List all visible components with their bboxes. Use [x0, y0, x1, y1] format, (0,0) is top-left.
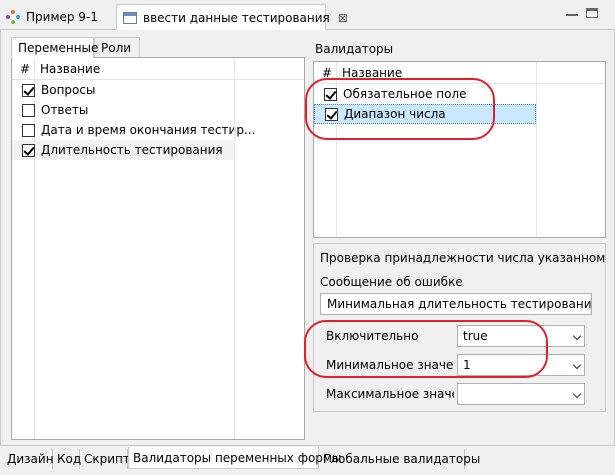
- tab-label: Роли: [101, 40, 132, 55]
- close-icon[interactable]: ⊠: [338, 11, 348, 25]
- row-checkbox[interactable]: [22, 103, 35, 117]
- row-label: Длительность тестирования: [41, 143, 223, 157]
- variables-table: # Название Вопросы Ответы Дата и время о…: [11, 57, 305, 440]
- table-row[interactable]: Длительность тестирования: [12, 140, 234, 160]
- minimize-icon[interactable]: [566, 8, 578, 16]
- tab-label: Глобальные валидаторы: [323, 452, 481, 466]
- column-name[interactable]: Название: [34, 62, 100, 76]
- tab-label: Скрипт: [84, 452, 130, 466]
- chevron-down-icon[interactable]: [572, 389, 582, 399]
- row-checkbox[interactable]: [22, 83, 35, 97]
- column-hash[interactable]: #: [12, 62, 34, 76]
- tab-label: Переменные: [18, 41, 99, 55]
- chevron-down-icon[interactable]: [572, 331, 582, 341]
- tab-global-validators[interactable]: Глобальные валидаторы: [319, 449, 480, 469]
- validator-description: Проверка принадлежности числа указанному…: [320, 251, 606, 265]
- tab-label: Код: [57, 452, 82, 466]
- error-message-input[interactable]: Минимальная длительность тестирования 1 …: [320, 293, 592, 315]
- tab-variables[interactable]: Переменные: [11, 37, 98, 58]
- row-label: Ответы: [41, 103, 89, 117]
- tab-roles[interactable]: Роли: [94, 37, 140, 57]
- max-value-label: Максимальное значени: [326, 387, 454, 401]
- tab-design[interactable]: Дизайн: [3, 449, 54, 469]
- column-divider: [536, 62, 537, 237]
- row-label: Дата и время окончания тестир...: [41, 123, 256, 137]
- error-message-label: Сообщение об ошибке: [320, 275, 463, 289]
- tab-label: ввести данные тестирования: [143, 11, 330, 25]
- table-row[interactable]: Ответы: [12, 100, 304, 120]
- tab-form-variable-validators[interactable]: Валидаторы переменных формы: [128, 447, 341, 469]
- table-row[interactable]: Вопросы: [12, 80, 304, 100]
- tab-example-9-1[interactable]: Пример 9-1: [0, 4, 112, 30]
- tab-script[interactable]: Скрипт: [80, 449, 130, 469]
- max-value-select[interactable]: [457, 383, 585, 405]
- tab-code[interactable]: Код: [53, 449, 82, 469]
- form-icon: [123, 12, 137, 24]
- tab-label: Валидаторы переменных формы: [133, 450, 342, 465]
- annotation-oval: [305, 78, 495, 140]
- row-label: Вопросы: [41, 83, 96, 97]
- tab-label: Пример 9-1: [26, 10, 98, 24]
- maximize-icon[interactable]: [586, 8, 598, 18]
- tab-enter-test-data[interactable]: ввести данные тестирования ⊠: [116, 4, 348, 31]
- row-checkbox[interactable]: [22, 123, 35, 137]
- table-header: # Название: [12, 58, 304, 80]
- tab-label: Дизайн: [7, 452, 54, 466]
- table-row[interactable]: Дата и время окончания тестир...: [12, 120, 304, 140]
- dots-icon: [6, 10, 20, 24]
- validators-title: Валидаторы: [315, 42, 394, 56]
- row-checkbox[interactable]: [22, 143, 35, 157]
- column-divider: [234, 58, 235, 439]
- chevron-down-icon[interactable]: [572, 360, 582, 370]
- annotation-oval: [304, 320, 548, 378]
